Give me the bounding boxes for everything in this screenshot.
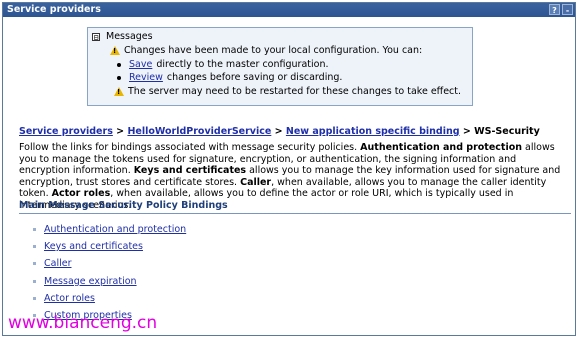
bullet-icon [33, 262, 36, 266]
description-term: Keys and certificates [133, 165, 247, 176]
message-save: Save directly to the master configuratio… [114, 59, 329, 70]
list-item: Authentication and protection [33, 221, 186, 238]
section-title: Main Message Security Policy Bindings [19, 200, 571, 214]
description-term: Actor roles [51, 188, 111, 199]
message-review: Review changes before saving or discardi… [114, 72, 342, 83]
message-restart: The server may need to be restarted for … [114, 86, 461, 97]
messages-header: ⊟ Messages [92, 31, 153, 42]
service-providers-panel: Service providers ? - ⊟ Messages Changes… [2, 2, 576, 336]
authentication-protection-link[interactable]: Authentication and protection [44, 224, 186, 235]
list-item: Caller [33, 255, 186, 272]
description-term: Authentication and protection [360, 142, 523, 153]
save-text: directly to the master configuration. [156, 59, 329, 70]
warning-icon [114, 87, 124, 96]
panel-title: Service providers [7, 4, 101, 15]
bullet-icon [33, 245, 36, 249]
message-changes: Changes have been made to your local con… [110, 45, 422, 56]
bullet-icon [33, 279, 36, 283]
bullet-icon [33, 228, 36, 232]
keys-certificates-link[interactable]: Keys and certificates [44, 241, 143, 252]
messages-box: ⊟ Messages Changes have been made to you… [87, 27, 473, 106]
breadcrumb-separator: > [271, 126, 286, 137]
watermark: www.bianceng.cn [8, 313, 158, 333]
bindings-link-list: Authentication and protection Keys and c… [33, 221, 186, 324]
warning-icon [110, 46, 120, 55]
breadcrumb-helloworld-provider-service[interactable]: HelloWorldProviderService [127, 126, 271, 137]
bullet-icon [33, 296, 36, 300]
review-text: changes before saving or discarding. [166, 72, 343, 83]
message-changes-text: Changes have been made to your local con… [124, 45, 423, 56]
collapse-toggle-icon[interactable]: ⊟ [92, 32, 100, 41]
list-item: Message expiration [33, 273, 186, 290]
messages-title: Messages [106, 31, 153, 42]
breadcrumb-current: WS-Security [474, 126, 540, 137]
caller-link[interactable]: Caller [44, 258, 71, 269]
description-text: Follow the links for bindings associated… [19, 142, 361, 153]
actor-roles-link[interactable]: Actor roles [44, 293, 95, 304]
message-expiration-link[interactable]: Message expiration [44, 276, 137, 287]
review-link[interactable]: Review [129, 72, 163, 83]
message-restart-text: The server may need to be restarted for … [128, 86, 462, 97]
list-item: Keys and certificates [33, 238, 186, 255]
breadcrumb-new-application-binding[interactable]: New application specific binding [286, 126, 460, 137]
description-term: Caller [240, 176, 272, 188]
help-button[interactable]: ? [549, 4, 560, 15]
titlebar-buttons: ? - [549, 4, 573, 15]
breadcrumb-separator: > [112, 126, 128, 137]
save-link[interactable]: Save [129, 59, 152, 70]
minimize-button[interactable]: - [562, 4, 573, 15]
breadcrumb-separator: > [459, 126, 475, 137]
bullet-icon [117, 75, 121, 80]
breadcrumb: Service providers > HelloWorldProviderSe… [19, 126, 540, 137]
breadcrumb-service-providers[interactable]: Service providers [19, 126, 113, 137]
list-item: Actor roles [33, 290, 186, 307]
panel-titlebar: Service providers ? - [3, 3, 575, 17]
bullet-icon [117, 62, 121, 67]
